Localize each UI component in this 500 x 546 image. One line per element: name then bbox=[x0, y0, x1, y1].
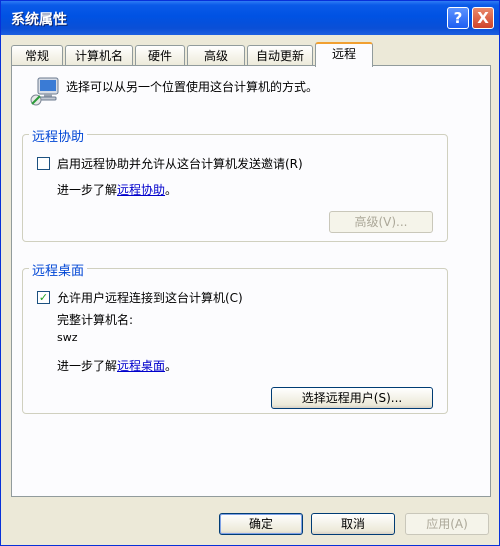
remote-computer-icon bbox=[30, 77, 59, 106]
remote-assistance-link[interactable]: 远程协助 bbox=[117, 183, 165, 197]
remote-assistance-more-info: 进一步了解远程协助。 bbox=[57, 181, 177, 198]
remote-assistance-title: 远程协助 bbox=[29, 126, 88, 145]
remote-desktop-checkbox[interactable]: ✓ bbox=[37, 291, 50, 304]
remote-desktop-link[interactable]: 远程桌面 bbox=[117, 359, 165, 373]
tab-general[interactable]: 常规 bbox=[11, 45, 63, 66]
tab-hardware[interactable]: 硬件 bbox=[135, 45, 185, 66]
title-bar[interactable]: 系统属性 ? X bbox=[1, 1, 499, 35]
remote-assistance-checkbox[interactable] bbox=[37, 157, 50, 170]
more-info-suffix: 。 bbox=[165, 183, 178, 197]
select-remote-users-button[interactable]: 选择远程用户(S)... bbox=[271, 387, 433, 409]
tab-remote[interactable]: 远程 bbox=[315, 42, 373, 67]
intro-text: 选择可以从另一个位置使用这台计算机的方式。 bbox=[66, 80, 319, 94]
remote-assistance-checkbox-label[interactable]: 启用远程协助并允许从这台计算机发送邀请(R) bbox=[57, 155, 303, 172]
remote-desktop-more-info: 进一步了解远程桌面。 bbox=[57, 357, 177, 374]
help-button[interactable]: ? bbox=[447, 7, 469, 29]
more-info-suffix: 。 bbox=[165, 359, 178, 373]
apply-button[interactable]: 应用(A) bbox=[405, 513, 489, 535]
system-properties-window: 系统属性 ? X 常规 计算机名 硬件 高级 自动更新 远程 选择可以从另一个位… bbox=[0, 0, 500, 546]
help-icon: ? bbox=[453, 9, 463, 27]
remote-assistance-group: 远程协助 启用远程协助并允许从这台计算机发送邀请(R) 进一步了解远程协助。 高… bbox=[22, 126, 448, 242]
more-info-prefix: 进一步了解 bbox=[57, 359, 118, 373]
tab-automatic-updates[interactable]: 自动更新 bbox=[247, 45, 313, 66]
remote-desktop-checkbox-label[interactable]: 允许用户远程连接到这台计算机(C) bbox=[57, 289, 243, 306]
close-button[interactable]: X bbox=[472, 7, 494, 29]
remote-desktop-group: 远程桌面 ✓ 允许用户远程连接到这台计算机(C) 完整计算机名: swz 进一步… bbox=[22, 260, 448, 414]
close-icon: X bbox=[477, 9, 489, 27]
ok-button[interactable]: 确定 bbox=[219, 513, 303, 535]
remote-tab-panel: 选择可以从另一个位置使用这台计算机的方式。 远程协助 启用远程协助并允许从这台计… bbox=[11, 65, 491, 497]
remote-desktop-title: 远程桌面 bbox=[29, 260, 88, 279]
advanced-button[interactable]: 高级(V)... bbox=[329, 211, 433, 233]
full-computer-name-value: swz bbox=[57, 331, 78, 344]
more-info-prefix: 进一步了解 bbox=[57, 183, 118, 197]
window-title: 系统属性 bbox=[11, 12, 67, 28]
full-computer-name-label: 完整计算机名: bbox=[57, 313, 134, 327]
cancel-button[interactable]: 取消 bbox=[311, 513, 395, 535]
tab-advanced[interactable]: 高级 bbox=[187, 45, 245, 66]
tab-computer-name[interactable]: 计算机名 bbox=[65, 45, 133, 66]
